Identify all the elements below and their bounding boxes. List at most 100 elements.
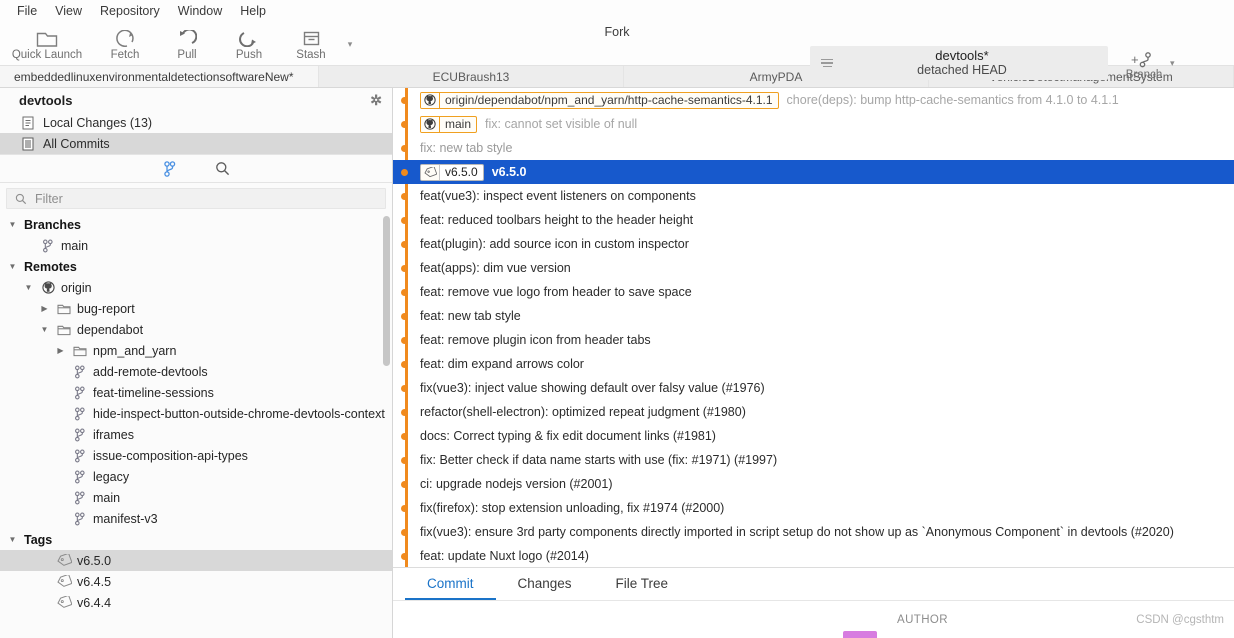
tree-item-bug-report[interactable]: bug-report: [0, 298, 392, 319]
tree-item-main[interactable]: main: [0, 487, 392, 508]
commit-message: feat(apps): dim vue version: [420, 261, 571, 275]
commit-graph-dot: [401, 504, 408, 512]
commit-row[interactable]: feat(apps): dim vue version: [393, 256, 1234, 280]
chevron-down-icon[interactable]: [6, 535, 19, 544]
watermark: CSDN @cgsthtm: [1136, 614, 1224, 626]
commit-row[interactable]: origin/dependabot/npm_and_yarn/http-cach…: [393, 88, 1234, 112]
remote-ref-badge[interactable]: origin/dependabot/npm_and_yarn/http-cach…: [420, 91, 779, 109]
body-split: devtools ✲ Local Changes (13) All Commit…: [0, 88, 1234, 638]
pull-label: Pull: [177, 48, 197, 61]
branch-dropdown-caret-icon[interactable]: ▾: [1170, 58, 1175, 69]
commit-row[interactable]: v6.5.0 v6.5.0: [393, 160, 1234, 184]
tree-item-tags[interactable]: Tags: [0, 529, 392, 550]
tree-item-iframes[interactable]: iframes: [0, 424, 392, 445]
commit-subject: fix: cannot set visible of null: [485, 117, 638, 131]
commit-row[interactable]: feat(plugin): add source icon in custom …: [393, 232, 1234, 256]
commit-row[interactable]: ci: upgrade nodejs version (#2001): [393, 472, 1234, 496]
commit-row[interactable]: feat: update Nuxt logo (#2014): [393, 544, 1234, 567]
filter-input[interactable]: [33, 190, 377, 207]
gear-icon[interactable]: ✲: [370, 93, 382, 107]
stash-icon: [301, 28, 321, 47]
tab-commit[interactable]: Commit: [405, 568, 496, 600]
fetch-label: Fetch: [110, 48, 140, 61]
commit-row[interactable]: fix: Better check if data name starts wi…: [393, 448, 1234, 472]
tree-item-feat-timeline-sessions[interactable]: feat-timeline-sessions: [0, 382, 392, 403]
remote-ref-badge[interactable]: main: [420, 115, 478, 133]
commit-row[interactable]: fix(firefox): stop extension unloading, …: [393, 496, 1234, 520]
menu-item-view[interactable]: View: [46, 2, 91, 20]
pull-button[interactable]: Pull: [156, 22, 218, 66]
commit-row[interactable]: docs: Correct typing & fix edit document…: [393, 424, 1234, 448]
chevron-down-icon[interactable]: [6, 220, 19, 229]
chevron-down-icon[interactable]: [22, 283, 35, 292]
chevron-down-icon[interactable]: [38, 325, 51, 334]
repo-tab-0[interactable]: embeddedlinuxenvironmentaldetectionsoftw…: [0, 66, 319, 87]
tab-changes[interactable]: Changes: [496, 568, 594, 600]
tree-item-dependabot[interactable]: dependabot: [0, 319, 392, 340]
sidebar-item-all-commits[interactable]: All Commits: [0, 133, 392, 154]
commit-row[interactable]: fix(vue3): ensure 3rd party components d…: [393, 520, 1234, 544]
chevron-right-icon[interactable]: [38, 304, 51, 313]
tree-item-label: v6.4.4: [77, 595, 112, 610]
toolbar-buttons: Quick Launch Fetch Pull Push Stash ▾: [0, 22, 358, 66]
quick-launch-button[interactable]: Quick Launch: [0, 22, 94, 66]
branch-icon: [40, 239, 56, 253]
detail-content: AUTHOR CSDN @cgsthtm: [393, 601, 1234, 638]
tag-ref-badge[interactable]: v6.5.0: [420, 163, 484, 181]
filter-box[interactable]: [6, 188, 386, 209]
commit-message: fix: new tab style: [420, 141, 513, 155]
commit-row[interactable]: feat: remove plugin icon from header tab…: [393, 328, 1234, 352]
chevron-down-icon[interactable]: [6, 262, 19, 271]
search-icon[interactable]: [211, 158, 233, 180]
commit-row[interactable]: feat: new tab style: [393, 304, 1234, 328]
commit-message: feat: remove vue logo from header to sav…: [420, 285, 692, 299]
commit-graph-dot: [401, 288, 408, 296]
new-branch-button[interactable]: + Branch: [1118, 46, 1170, 86]
commit-row[interactable]: feat: reduced toolbars height to the hea…: [393, 208, 1234, 232]
sidebar: devtools ✲ Local Changes (13) All Commit…: [0, 88, 393, 638]
tree-item-v6-5-0[interactable]: v6.5.0: [0, 550, 392, 571]
menu-item-file[interactable]: File: [8, 2, 46, 20]
tree-item-v6-4-4[interactable]: v6.4.4: [0, 592, 392, 613]
tree-item-issue-composition-api-types[interactable]: issue-composition-api-types: [0, 445, 392, 466]
tree-item-branches[interactable]: Branches: [0, 214, 392, 235]
stash-dropdown-caret-icon[interactable]: ▾: [342, 22, 358, 66]
commit-row[interactable]: feat: dim expand arrows color: [393, 352, 1234, 376]
tree-item-hide-inspect-button-outside-chrome-devtools-context[interactable]: hide-inspect-button-outside-chrome-devto…: [0, 403, 392, 424]
sidebar-item-local-changes[interactable]: Local Changes (13): [0, 112, 392, 133]
tab-file-tree[interactable]: File Tree: [594, 568, 691, 600]
branch-icon: [72, 491, 88, 505]
push-button[interactable]: Push: [218, 22, 280, 66]
sidebar-scrollbar[interactable]: [383, 216, 390, 366]
menu-item-repository[interactable]: Repository: [91, 2, 169, 20]
main-panel: origin/dependabot/npm_and_yarn/http-cach…: [393, 88, 1234, 638]
branch-filter-icon[interactable]: [159, 158, 181, 180]
chevron-right-icon[interactable]: [54, 346, 67, 355]
tree-item-remotes[interactable]: Remotes: [0, 256, 392, 277]
tree-item-main[interactable]: main: [0, 235, 392, 256]
commit-row[interactable]: fix(vue3): inject value showing default …: [393, 376, 1234, 400]
menu-item-help[interactable]: Help: [231, 2, 275, 20]
tree-item-npm-and-yarn[interactable]: npm_and_yarn: [0, 340, 392, 361]
repository-selector[interactable]: devtools* detached HEAD: [810, 46, 1108, 80]
menu-item-window[interactable]: Window: [169, 2, 231, 20]
fetch-button[interactable]: Fetch: [94, 22, 156, 66]
tree-item-add-remote-devtools[interactable]: add-remote-devtools: [0, 361, 392, 382]
commit-row[interactable]: refactor(shell-electron): optimized repe…: [393, 400, 1234, 424]
commit-list[interactable]: origin/dependabot/npm_and_yarn/http-cach…: [393, 88, 1234, 567]
tree-item-v6-4-5[interactable]: v6.4.5: [0, 571, 392, 592]
tree-item-origin[interactable]: origin: [0, 277, 392, 298]
repo-tab-1[interactable]: ECUBraush13: [319, 66, 624, 87]
branch-icon: [72, 386, 88, 400]
tree-item-legacy[interactable]: legacy: [0, 466, 392, 487]
tree-item-label: iframes: [93, 427, 134, 442]
stash-button[interactable]: Stash: [280, 22, 342, 66]
commit-row[interactable]: feat: remove vue logo from header to sav…: [393, 280, 1234, 304]
commit-graph-dot: [401, 96, 408, 104]
commit-row[interactable]: feat(vue3): inspect event listeners on c…: [393, 184, 1234, 208]
commit-row[interactable]: main fix: cannot set visible of null: [393, 112, 1234, 136]
commit-graph-dot: [401, 384, 408, 392]
changes-icon: [21, 116, 35, 130]
tree-item-manifest-v3[interactable]: manifest-v3: [0, 508, 392, 529]
commit-row[interactable]: fix: new tab style: [393, 136, 1234, 160]
